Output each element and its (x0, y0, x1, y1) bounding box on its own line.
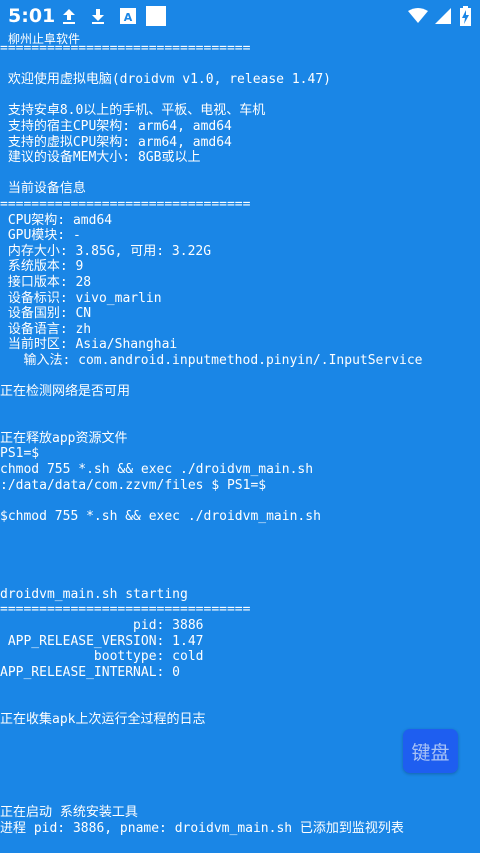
console-line: 系统版本: 9 (0, 259, 84, 275)
console-line: 设备标识: vivo_marlin (0, 290, 162, 306)
status-time: 5:01 (8, 5, 56, 27)
wifi-icon (408, 8, 428, 28)
console-line: 欢迎使用虚拟电脑(droidvm v1.0, release 1.47) (0, 72, 331, 88)
console-line: CPU架构: amd64 (0, 212, 113, 228)
console-line: $chmod 755 *.sh && exec ./droidvm_main.s… (0, 508, 321, 524)
console-line: chmod 755 *.sh && exec ./droidvm_main.sh (0, 462, 314, 478)
console-line: droidvm_main.sh starting (0, 586, 188, 602)
console-line: ================================ (0, 41, 251, 56)
console-line: :/data/data/com.zzvm/files $ PS1=$ (0, 477, 267, 493)
console-line: 当前设备信息 (0, 181, 86, 197)
console-line: 支持的虚拟CPU架构: arm64, amd64 (0, 134, 232, 150)
text-a-icon: A (119, 7, 137, 29)
console-line: 内存大小: 3.85G, 可用: 3.22G (0, 243, 212, 259)
keyboard-button[interactable]: 键盘 (403, 729, 458, 773)
console-line: 输入法: com.android.inputmethod.pinyin/.Inp… (0, 352, 423, 368)
console-line: pid: 3886 (0, 617, 204, 633)
svg-text:A: A (124, 11, 133, 24)
download-icon (89, 7, 107, 29)
blank-square-icon (146, 6, 166, 30)
status-bar: 5:01 A (0, 0, 480, 32)
console-line: ================================ (0, 196, 251, 212)
console-line: 支持的宿主CPU架构: arm64, amd64 (0, 118, 232, 134)
console-line: 建议的设备MEM大小: 8GB或以上 (0, 150, 201, 166)
console-line: 正在收集apk上次运行全过程的日志 (0, 711, 206, 727)
console-line: 进程 pid: 3886, pname: droidvm_main.sh 已添加… (0, 820, 404, 836)
console-line: APP_RELEASE_INTERNAL: 0 (0, 664, 181, 680)
console-line: 接口版本: 28 (0, 274, 92, 290)
console-line: 设备国别: CN (0, 306, 92, 322)
terminal-console[interactable]: ================================ 欢迎使用虚拟电… (0, 41, 480, 836)
console-line: ================================ (0, 602, 251, 618)
console-line: 支持安卓8.0以上的手机、平板、电视、车机 (0, 103, 266, 119)
console-line: 正在检测网络是否可用 (0, 384, 131, 400)
console-line: 正在释放app资源文件 (0, 430, 128, 446)
console-line: 正在启动 系统安装工具 (0, 805, 138, 821)
console-line: 设备语言: zh (0, 321, 92, 337)
console-line: PS1=$ (0, 446, 40, 462)
signal-icon (434, 7, 452, 29)
upload-icon (60, 7, 78, 29)
console-line: GPU模块: - (0, 228, 81, 244)
console-line: 当前时区: Asia/Shanghai (0, 337, 178, 353)
battery-charging-icon (460, 6, 471, 30)
console-line: APP_RELEASE_VERSION: 1.47 (0, 633, 204, 649)
console-line: boottype: cold (0, 649, 204, 665)
